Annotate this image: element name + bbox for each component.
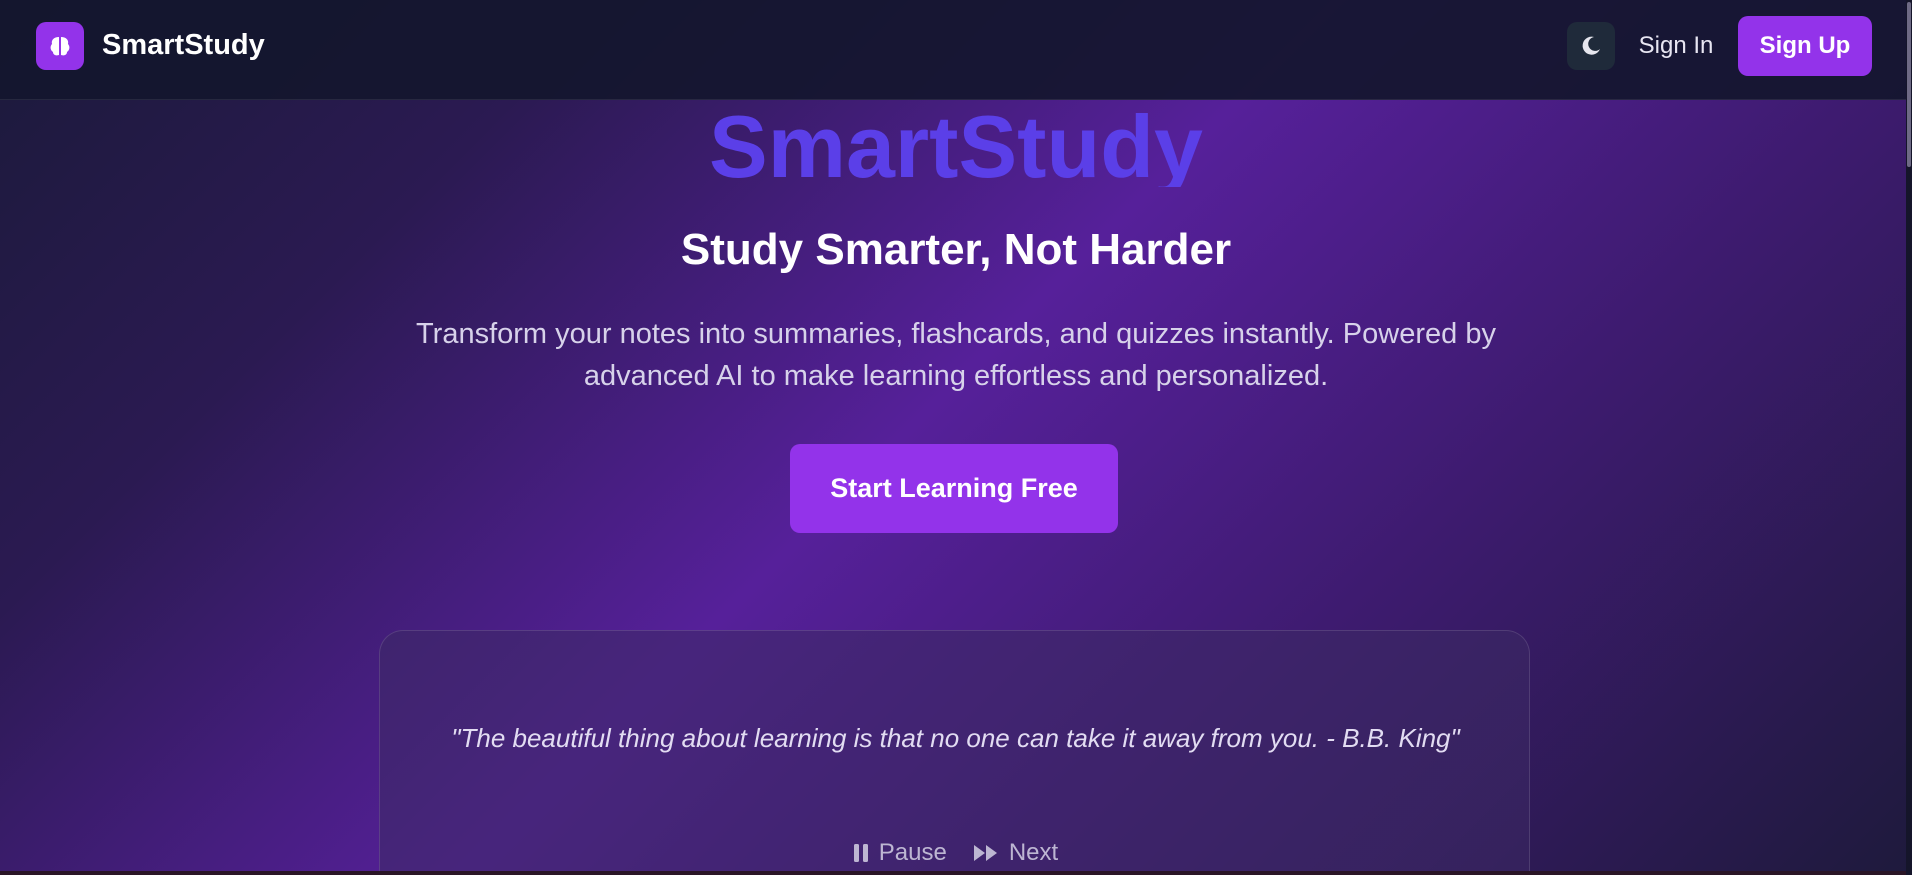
start-learning-button[interactable]: Start Learning Free <box>790 444 1118 533</box>
moon-icon <box>1582 36 1600 55</box>
quote-card: "The beautiful thing about learning is t… <box>379 630 1530 875</box>
sign-in-link[interactable]: Sign In <box>1626 22 1726 70</box>
scrollbar-thumb[interactable] <box>1907 2 1911 167</box>
next-button[interactable]: Next <box>973 839 1058 867</box>
quote-text: "The beautiful thing about learning is t… <box>451 723 1460 753</box>
brand-name[interactable]: SmartStudy <box>102 29 265 62</box>
hero-title: SmartStudy <box>709 97 1203 187</box>
pause-icon <box>853 844 868 862</box>
landing-page: SmartStudy Sign In Sign Up SmartStudy St… <box>0 0 1912 875</box>
top-navbar: SmartStudy Sign In Sign Up <box>0 0 1912 100</box>
sign-up-button[interactable]: Sign Up <box>1738 16 1872 76</box>
next-label: Next <box>1008 839 1059 866</box>
hero-description: Transform your notes into summaries, fla… <box>416 318 1496 392</box>
quote-controls: Pause Next <box>380 839 1531 867</box>
pause-button[interactable]: Pause <box>853 839 947 867</box>
theme-toggle-button[interactable] <box>1567 22 1615 70</box>
pause-label: Pause <box>878 839 947 866</box>
fast-forward-icon <box>973 845 997 861</box>
logo[interactable] <box>36 22 84 70</box>
hero-subtitle: Study Smarter, Not Harder <box>680 225 1232 274</box>
brain-icon <box>50 37 70 56</box>
bottom-edge <box>0 871 1912 875</box>
